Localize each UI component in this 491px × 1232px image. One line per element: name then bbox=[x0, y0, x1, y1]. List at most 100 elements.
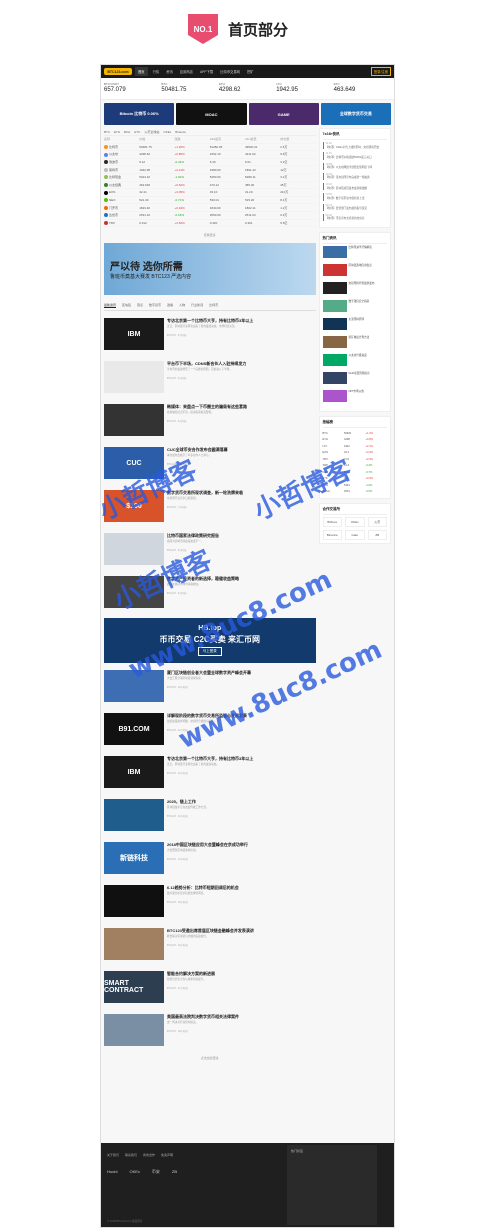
news-item[interactable]: 6.12趋势分析：比特币短期回调后的机会 技术面分析显示短期支撑位明显。 BTC12… bbox=[104, 885, 316, 921]
market-tab[interactable]: 火币全球站 bbox=[144, 130, 159, 134]
news-tab[interactable]: 人物 bbox=[179, 303, 185, 308]
market-row[interactable]: 以太经典 463.649 +0.62% 470.12 455.30 45万 bbox=[104, 182, 316, 190]
news-title[interactable]: 数字货币交易所现状调查，新一轮洗牌来临 bbox=[167, 490, 316, 495]
footer-link[interactable]: 联系我们 bbox=[125, 1153, 137, 1157]
news-more-link[interactable]: 点击加载更多 bbox=[104, 1056, 316, 1060]
market-row[interactable]: 莱特币 1942.95 +2.11% 1980.00 1891.42 12万 bbox=[104, 166, 316, 174]
site-logo[interactable]: BTC123.com bbox=[104, 68, 132, 75]
news-thumb[interactable]: B91.COM bbox=[104, 713, 164, 746]
news-thumb[interactable]: CUC bbox=[104, 447, 164, 480]
market-row[interactable]: 比特现金 5324.10 -1.02% 5450.00 5289.11 3.2万 bbox=[104, 174, 316, 182]
nav-apps[interactable]: 应用商店 bbox=[178, 69, 195, 74]
partner-logo[interactable]: Bitfinex bbox=[322, 517, 342, 527]
news-item[interactable]: SMART CONTRACT 智能合约解决方案的新进展 智能合约安全性与效率持续提升… bbox=[104, 971, 316, 1007]
footer-partner[interactable]: 币安 bbox=[152, 1169, 160, 1175]
news-thumb[interactable] bbox=[104, 404, 164, 437]
footer-link[interactable]: 关于我们 bbox=[107, 1153, 119, 1157]
footer-link[interactable]: 商务合作 bbox=[143, 1153, 155, 1157]
news-title[interactable]: 专访北京第一个比特币大亨，持有比特币3年以上 bbox=[167, 318, 316, 323]
hot-item[interactable]: 以太坊升级进度 bbox=[322, 354, 387, 368]
flash-item[interactable]: 10:40 【快讯】某交易所宣布完成新一轮融资 bbox=[322, 172, 387, 180]
nav-market[interactable]: 行情 bbox=[151, 69, 162, 74]
hot-item[interactable]: 区块链落地应用盘点 bbox=[322, 264, 387, 278]
nav-exchange[interactable]: 比特币交易网 bbox=[218, 69, 242, 74]
news-title[interactable]: 数字资产投资者的新选择，稳健收益策略 bbox=[167, 576, 316, 581]
market-row[interactable]: 比特币 50481.75 +1.20% 51282.05 49520.31 2.6万 bbox=[104, 144, 316, 152]
flash-item[interactable]: 10:58 【快讯】以太坊网络手续费出现明显下降 bbox=[322, 162, 387, 170]
promo-banner[interactable]: 严以待 选你所需 鲁班币奠基大赛发 BTC123 严选内容 bbox=[104, 243, 316, 296]
banner-2[interactable]: MOAC bbox=[176, 103, 247, 125]
ticker-item[interactable]: BTC 50481.75 bbox=[161, 82, 218, 95]
news-thumb[interactable] bbox=[104, 361, 164, 394]
footer-partner[interactable]: OKEx bbox=[129, 1169, 139, 1175]
market-row[interactable]: 达世币 2531.10 -0.18% 2560.00 2511.03 0.9万 bbox=[104, 212, 316, 220]
news-title[interactable]: 详解现阶段的数字货币交易所监管与发展前景 bbox=[167, 713, 316, 718]
news-item[interactable]: IBM 专访北京第一个比特币大亨，持有比特币3年以上 近日，区块链行业再次迎来了新的… bbox=[104, 756, 316, 792]
partner-logo[interactable]: OKEx bbox=[345, 517, 365, 527]
news-tab[interactable]: 数字货币 bbox=[149, 303, 161, 308]
news-item[interactable]: 韩媒体：来盘点一下币圈主的骗局有这些套路 各类骗局层出不穷，投资者需提高警惕。 BT… bbox=[104, 404, 316, 440]
partner-logo[interactable]: Gate bbox=[345, 530, 365, 540]
hot-item[interactable]: 挖矿收益计算方法 bbox=[322, 336, 387, 350]
market-tab[interactable]: ETH bbox=[114, 130, 120, 134]
news-title[interactable]: CUC全球币安合作发布会圆满落幕 bbox=[167, 447, 316, 452]
news-thumb[interactable]: IBM bbox=[104, 318, 164, 351]
market-tab[interactable]: OKEx bbox=[163, 130, 171, 134]
market-tab[interactable]: ETC bbox=[134, 130, 140, 134]
market-more-link[interactable]: 查看更多 bbox=[104, 233, 316, 237]
news-title[interactable]: 美国最高法院判决数字货币相关法律案件 bbox=[167, 1014, 316, 1019]
flash-item[interactable]: 10:05 【快讯】数字货币总市值持续上涨 bbox=[322, 193, 387, 201]
news-thumb[interactable]: SMART CONTRACT bbox=[104, 971, 164, 1004]
news-item[interactable]: $100 数字货币交易所现状调查，新一轮洗牌来临 交易所行业竞争日趋激烈。 BTC12… bbox=[104, 490, 316, 526]
news-thumb[interactable] bbox=[104, 885, 164, 918]
partner-logo[interactable]: ZB bbox=[367, 530, 387, 540]
market-row[interactable]: 瑞波币 6.12 -0.43% 6.30 6.01 3.1亿 bbox=[104, 159, 316, 167]
news-thumb[interactable] bbox=[104, 1014, 164, 1047]
hot-item[interactable]: 交易所排行榜最新发布 bbox=[322, 282, 387, 296]
nav-news[interactable]: 资讯 bbox=[164, 69, 175, 74]
ad-strip-button[interactable]: 马上登录 bbox=[197, 647, 222, 657]
nav-download[interactable]: APP下载 bbox=[198, 69, 215, 74]
nav-mining[interactable]: 挖矿 bbox=[245, 69, 256, 74]
footer-link[interactable]: 免责声明 bbox=[161, 1153, 173, 1157]
ticker-item[interactable]: ETH 4298.62 bbox=[219, 82, 276, 95]
news-item[interactable]: B91.COM 详解现阶段的数字货币交易所监管与发展前景 监管政策逐步明确，交易所合… bbox=[104, 713, 316, 749]
flash-item[interactable]: 09:47 【快讯】监管部门发布最新指导意见 bbox=[322, 203, 387, 211]
footer-partner[interactable]: ZB bbox=[172, 1169, 177, 1175]
news-item[interactable]: CUC CUC全球币安合作发布会圆满落幕 本次发布会吸引了众多业内人士参与。 BTC1… bbox=[104, 447, 316, 483]
hot-item[interactable]: 比特币减半行情解读 bbox=[322, 246, 387, 260]
news-title[interactable]: 平台币下半场，CDNS新合伙人入驻持续发力 bbox=[167, 361, 316, 366]
news-title[interactable]: 韩媒体：来盘点一下币圈主的骗局有这些套路 bbox=[167, 404, 316, 409]
market-row[interactable]: TRX 0.312 +4.52% 0.320 0.301 5.6亿 bbox=[104, 220, 316, 228]
news-item[interactable]: 数字资产投资者的新选择，稳健收益策略 如何在波动市场中获取收益。 BTC123 · … bbox=[104, 576, 316, 612]
hot-item[interactable]: 数字钱包安全指南 bbox=[322, 300, 387, 314]
news-title[interactable]: 6.12趋势分析：比特币短期回调后的机会 bbox=[167, 885, 316, 890]
news-item[interactable]: BTC123受邀出席首届区块链金融峰会并发表演讲 峰会探讨区块链与金融的深度融合。… bbox=[104, 928, 316, 964]
news-title[interactable]: BTC123受邀出席首届区块链金融峰会并发表演讲 bbox=[167, 928, 316, 933]
news-thumb[interactable] bbox=[104, 799, 164, 832]
footer-partner[interactable]: Huobi bbox=[107, 1169, 117, 1175]
partner-logo[interactable]: 火币 bbox=[367, 517, 387, 527]
market-row[interactable]: 门罗币 1823.40 +0.34% 1840.00 1802.11 1.2万 bbox=[104, 204, 316, 212]
banner-4[interactable]: 全球数字货币交易 bbox=[320, 103, 391, 125]
nav-home[interactable]: 首页 bbox=[135, 67, 148, 76]
news-tab[interactable]: 行业新闻 bbox=[191, 303, 203, 308]
news-title[interactable]: 专访北京第一个比特币大亨，持有比特币3年以上 bbox=[167, 756, 316, 761]
news-title[interactable]: 厦门区块链创业者大会暨全球数字资产峰会开幕 bbox=[167, 670, 316, 675]
news-title[interactable]: 2025，链上工作 bbox=[167, 799, 316, 804]
hot-item[interactable]: NFT市场火热 bbox=[322, 390, 387, 404]
news-item[interactable]: 美国最高法院判决数字货币相关法律案件 这一判决对行业影响深远。 BTC123 · 1… bbox=[104, 1014, 316, 1050]
banner-3[interactable]: GAME bbox=[248, 103, 319, 125]
flash-item[interactable]: 11:32 【快讯】OKEx平台上线新币种，交易即将开放 bbox=[322, 142, 387, 150]
flash-item[interactable]: 09:30 【快讯】币安宣布支持新的交易对 bbox=[322, 213, 387, 221]
news-thumb[interactable]: 新链科技 bbox=[104, 842, 164, 875]
news-title[interactable]: 智能合约解决方案的新进展 bbox=[167, 971, 316, 976]
news-item[interactable]: 比特币国家法律政策研究报告 各国对比特币的政策态度不一。 BTC123 · 8小时前 bbox=[104, 533, 316, 569]
news-thumb[interactable] bbox=[104, 533, 164, 566]
news-thumb[interactable] bbox=[104, 928, 164, 961]
news-thumb[interactable]: IBM bbox=[104, 756, 164, 789]
market-row[interactable]: EOS 32.41 +3.05% 33.10 31.20 210万 bbox=[104, 189, 316, 197]
news-item[interactable]: 2025，链上工作 区块链技术正在改变传统工作方式。 BTC123 · 13小时前 bbox=[104, 799, 316, 835]
news-title[interactable]: 比特币国家法律政策研究报告 bbox=[167, 533, 316, 538]
partner-logo[interactable]: Binance bbox=[322, 530, 342, 540]
